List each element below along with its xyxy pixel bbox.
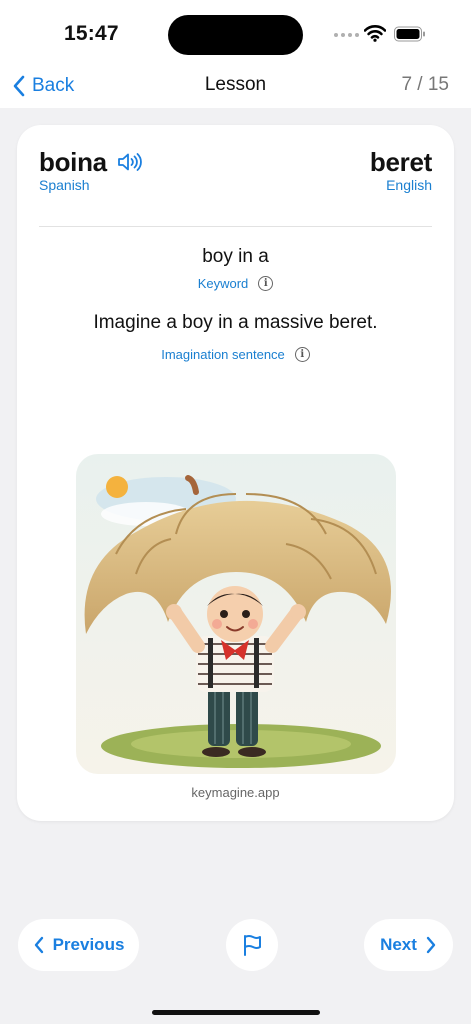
previous-button[interactable]: Previous [18,919,139,971]
keyword-label: Keyword [197,276,249,291]
navigation-bar: Back Lesson 7 / 15 [0,64,471,108]
speaker-icon[interactable] [117,151,143,173]
sentence-label-row: Imagination sentence i [17,347,454,362]
target-language: English [386,177,432,193]
target-word: beret [369,147,432,177]
wifi-icon [364,25,386,42]
flashcard: boina Spanish beret English boy in a Key… [17,125,454,821]
page-title: Lesson [204,74,267,95]
status-bar: 15:47 [0,0,471,64]
divider [39,226,432,227]
dynamic-island [168,15,303,55]
signal-icon [334,33,359,37]
home-indicator[interactable] [152,1010,320,1015]
boy-in-beret-image [76,454,396,774]
keyword-info-icon[interactable]: i [258,276,274,291]
previous-label: Previous [52,935,125,954]
imagination-sentence: Imagine a boy in a massive beret. [93,312,378,333]
battery-icon [394,26,425,42]
flag-button[interactable] [226,919,278,971]
next-button[interactable]: Next [364,919,453,971]
chevron-left-icon [34,936,43,954]
chevron-right-icon [426,936,436,954]
next-label: Next [380,935,417,954]
source-language: Spanish [39,177,90,193]
mnemonic-illustration [76,454,396,774]
status-time: 15:47 [64,22,119,45]
lesson-progress: 7 / 15 [401,74,449,95]
source-word: boina [39,147,107,177]
image-caption: keymagine.app [191,785,280,800]
sentence-info-icon[interactable]: i [294,347,310,362]
sentence-label: Imagination sentence [161,347,285,362]
keyword-text: boy in a [202,246,269,267]
keyword-label-row: Keyword i [17,276,454,291]
flag-icon [244,935,261,956]
